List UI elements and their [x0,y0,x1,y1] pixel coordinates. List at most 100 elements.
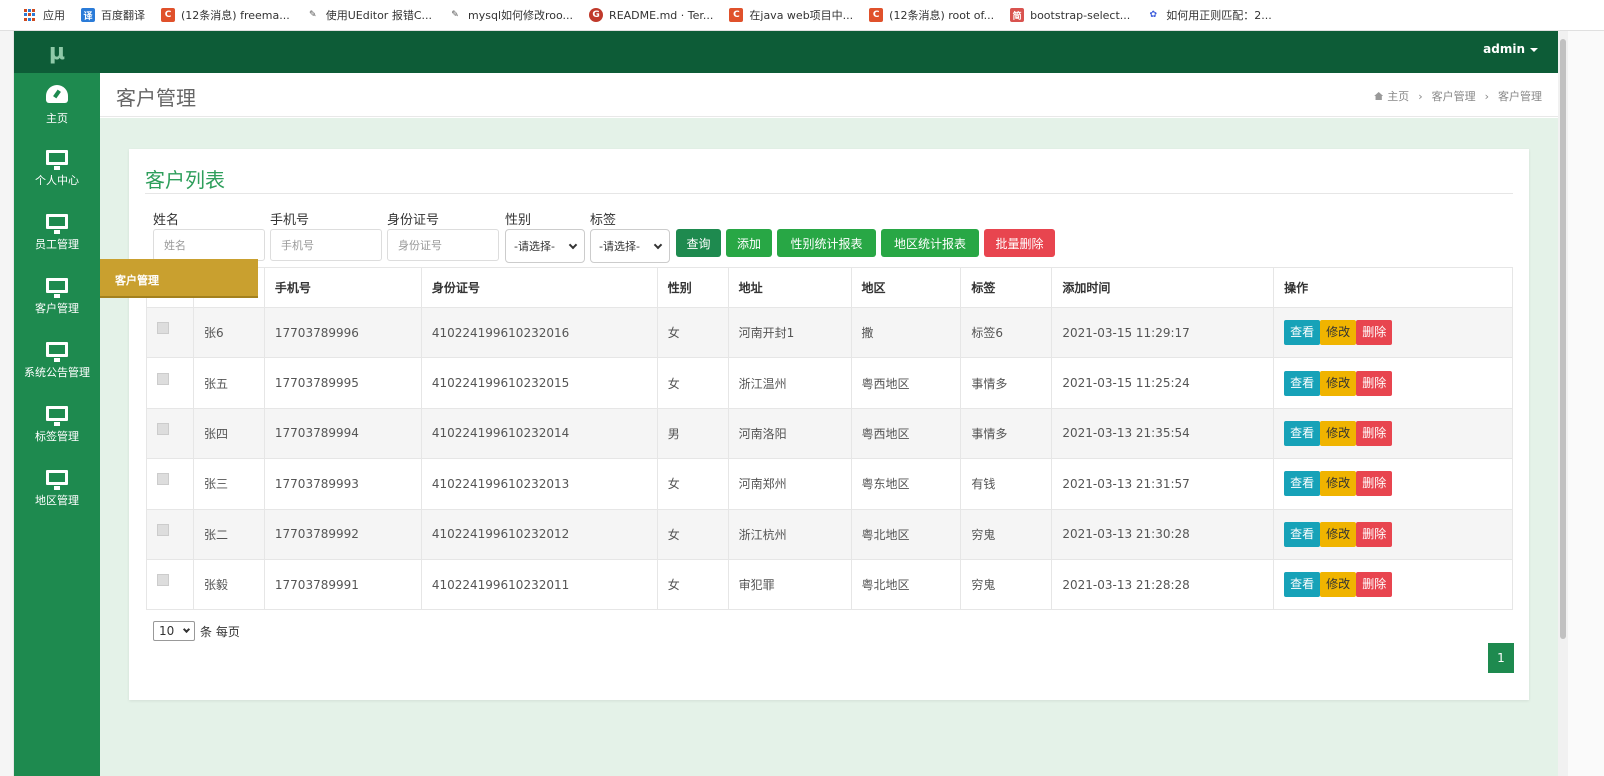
row-checkbox-cell [146,558,194,611]
gender-report-button[interactable]: 性别统计报表 [777,229,876,257]
sidebar-item-home[interactable]: 主页 [14,73,100,137]
sidebar-item-announcements[interactable]: 系统公告管理 [14,329,100,393]
delete-button[interactable]: 删除 [1356,572,1393,598]
batch-delete-button[interactable]: 批量删除 [984,229,1055,257]
row-checkbox-cell [146,508,194,560]
cell-phone: 17703789995 [263,357,422,409]
delete-button[interactable]: 删除 [1356,420,1393,446]
scrollbar-thumb[interactable] [1560,39,1566,639]
cell-name: 张6 [192,306,265,359]
sidebar-item-employees[interactable]: 员工管理 [14,201,100,265]
cell-id: 410224199610232013 [420,458,658,510]
page-button-current[interactable]: 1 [1488,643,1514,673]
row-checkbox[interactable] [157,574,169,587]
view-button[interactable]: 查看 [1284,572,1321,598]
page-size-suffix: 条 每页 [200,624,240,639]
region-report-button[interactable]: 地区统计报表 [881,229,979,257]
pen-icon: ✎ [305,8,320,22]
view-button[interactable]: 查看 [1284,471,1321,497]
name-input[interactable]: 姓名 [153,229,265,261]
bookmark-csdn-1[interactable]: C (12条消息) freema... [161,7,290,23]
bookmark-baidu-translate[interactable]: 译 百度翻译 [81,7,145,23]
delete-button[interactable]: 删除 [1356,320,1393,346]
id-input[interactable]: 身份证号 [387,229,499,261]
row-checkbox[interactable] [157,523,169,536]
breadcrumb-item[interactable]: 客户管理 [1432,88,1476,104]
filter-name: 姓名 姓名 [153,209,265,261]
sidebar-item-tags[interactable]: 标签管理 [14,393,100,457]
breadcrumb: 主页 › 客户管理 › 客户管理 [1374,88,1542,104]
view-button[interactable]: 查看 [1284,420,1321,446]
col-time: 添加时间 [1051,267,1275,308]
col-region: 地区 [850,267,962,308]
bookmark-label: 应用 [43,9,65,22]
bookmark-readme[interactable]: G README.md · Ter... [589,8,713,22]
bookmark-apps[interactable]: 应用 [24,7,65,23]
delete-button[interactable]: 删除 [1356,471,1393,497]
breadcrumb-home[interactable]: 主页 [1374,88,1409,104]
row-checkbox-cell [146,357,194,409]
sidebar-item-regions[interactable]: 地区管理 [14,457,100,521]
table-row: 张五 17703789995 410224199610232015 女 浙江温州… [146,357,1513,409]
edit-button[interactable]: 修改 [1320,370,1357,396]
row-checkbox[interactable] [157,372,169,385]
bookmarks-bar: 应用 译 百度翻译 C (12条消息) freema... ✎ 使用UEdito… [0,0,1604,31]
sidebar-item-customers[interactable]: 客户管理 [14,265,100,329]
edit-button[interactable]: 修改 [1320,471,1357,497]
filter-phone: 手机号 手机号 [270,209,382,261]
monitor-icon [46,406,68,426]
delete-button[interactable]: 删除 [1356,521,1393,547]
chevron-down-icon [182,625,191,634]
cell-actions: 查看 修改 删除 [1273,357,1513,409]
bookmark-csdn-2[interactable]: C (12条消息) root of... [869,7,994,23]
cell-gender: 男 [656,407,729,460]
cell-gender: 女 [656,306,729,359]
sidebar-flyout-customers[interactable]: 客户管理 [100,259,258,298]
edit-button[interactable]: 修改 [1320,320,1357,346]
jianshu-icon: 简 [1010,8,1025,22]
cell-id: 410224199610232015 [420,357,658,409]
bookmark-mysql[interactable]: ✎ mysql如何修改roo... [448,7,573,23]
bookmark-label: README.md · Ter... [609,8,714,22]
sidebar-item-label: 员工管理 [35,238,79,251]
tag-select[interactable]: -请选择- [590,229,670,263]
delete-button[interactable]: 删除 [1356,370,1393,396]
table-row: 张二 17703789992 410224199610232012 女 浙江杭州… [146,508,1513,560]
sidebar-item-label: 个人中心 [35,174,79,187]
view-button[interactable]: 查看 [1284,521,1321,547]
edit-button[interactable]: 修改 [1320,521,1357,547]
col-actions: 操作 [1273,267,1513,308]
cell-name: 张三 [192,458,265,510]
phone-input[interactable]: 手机号 [270,229,382,261]
cell-address: 浙江温州 [727,357,852,409]
view-button[interactable]: 查看 [1284,370,1321,396]
add-button[interactable]: 添加 [726,229,772,257]
page-size-select[interactable]: 10 [153,621,195,641]
csdn-icon: C [729,8,744,22]
chevron-down-icon [568,240,578,249]
user-menu[interactable]: admin [1483,42,1538,56]
bookmark-label: (12条消息) freema... [181,9,290,22]
bookmark-java-web[interactable]: C 在java web项目中... [729,7,853,23]
cell-address: 河南郑州 [727,458,852,510]
view-button[interactable]: 查看 [1284,320,1321,346]
cell-name: 张四 [192,407,265,460]
vertical-scrollbar[interactable] [1558,31,1568,776]
search-button[interactable]: 查询 [676,229,721,257]
bookmark-bootstrap-select[interactable]: 简 bootstrap-select... [1010,8,1130,22]
col-phone: 手机号 [263,267,422,308]
filter-label: 标签 [590,213,617,228]
row-checkbox[interactable] [157,422,169,435]
cell-actions: 查看 修改 删除 [1273,407,1513,460]
sidebar-item-profile[interactable]: 个人中心 [14,137,100,201]
edit-button[interactable]: 修改 [1320,420,1357,446]
col-tag: 标签 [960,267,1053,308]
bookmark-regex[interactable]: ✿ 如何用正则匹配：2... [1146,7,1272,23]
row-checkbox[interactable] [157,322,169,335]
edit-button[interactable]: 修改 [1320,572,1357,598]
gender-select[interactable]: -请选择- [505,229,585,263]
cell-time: 2021-03-13 21:35:54 [1051,407,1275,460]
row-checkbox[interactable] [157,473,169,486]
bookmark-ueditor[interactable]: ✎ 使用UEditor 报错C... [305,7,432,23]
cell-time: 2021-03-13 21:31:57 [1051,458,1275,510]
